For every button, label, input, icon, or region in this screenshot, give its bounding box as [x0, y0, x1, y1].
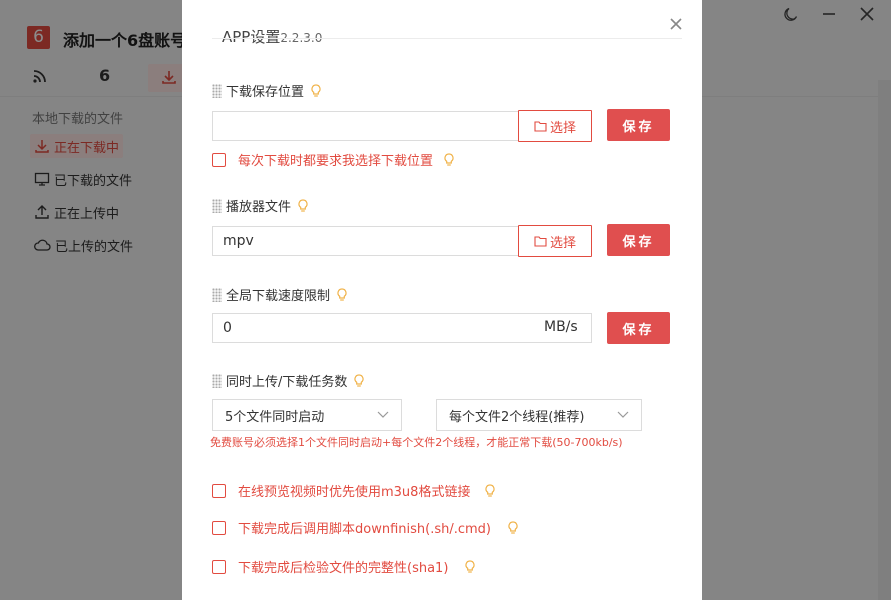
player-section: 播放器文件: [212, 196, 309, 215]
downfinish-checkbox[interactable]: [212, 520, 226, 535]
folder-icon: [534, 121, 547, 132]
download-location-save-button[interactable]: 保存: [607, 109, 670, 141]
player-file-input[interactable]: [212, 226, 519, 256]
section-label: 播放器文件: [226, 200, 292, 215]
sha1-verify-option-row[interactable]: 下载完成后检验文件的完整性(sha1): [212, 557, 476, 576]
folder-icon: [534, 236, 547, 247]
downfinish-script-option-row[interactable]: 下载完成后调用脚本downfinish(.sh/.cmd): [212, 518, 519, 537]
lightbulb-icon[interactable]: [310, 83, 322, 98]
checkbox-label: 下载完成后调用脚本downfinish(.sh/.cmd): [238, 522, 491, 537]
checkbox-label: 在线预览视频时优先使用m3u8格式链接: [238, 485, 471, 500]
close-dialog-icon[interactable]: [666, 14, 686, 34]
lightbulb-icon[interactable]: [336, 287, 348, 302]
lightbulb-icon[interactable]: [507, 520, 519, 535]
chevron-down-icon: [377, 411, 389, 418]
section-label: 全局下载速度限制: [226, 289, 331, 304]
dialog-title-text: APP设置: [222, 28, 281, 46]
download-location-choose-button[interactable]: 选择: [518, 110, 592, 142]
drag-grip-icon: [212, 198, 222, 213]
lightbulb-icon[interactable]: [297, 198, 309, 213]
title-divider: [212, 38, 682, 39]
free-account-note: 免费账号必须选择1个文件同时启动+每个文件2个线程，才能正常下载(50-700k…: [210, 436, 623, 449]
dialog-title: APP设置2.2.3.0: [222, 26, 322, 47]
section-label: 同时上传/下载任务数: [226, 375, 348, 390]
concurrent-files-select[interactable]: 5个文件同时启动: [212, 399, 402, 431]
m3u8-option-row[interactable]: 在线预览视频时优先使用m3u8格式链接: [212, 481, 496, 500]
speed-limit-save-button[interactable]: 保存: [607, 312, 670, 344]
player-save-button[interactable]: 保存: [607, 224, 670, 256]
speed-limit-input[interactable]: [212, 313, 592, 343]
speed-unit: MB/s: [544, 319, 578, 335]
drag-grip-icon: [212, 83, 222, 98]
drag-grip-icon: [212, 287, 222, 302]
download-location-input[interactable]: [212, 111, 519, 141]
section-label: 下载保存位置: [226, 85, 305, 100]
lightbulb-icon[interactable]: [353, 373, 365, 388]
player-choose-button[interactable]: 选择: [518, 225, 592, 257]
checkbox-label: 下载完成后检验文件的完整性(sha1): [238, 561, 449, 576]
tasks-section: 同时上传/下载任务数: [212, 371, 365, 390]
drag-grip-icon: [212, 373, 222, 388]
ask-location-checkbox-row[interactable]: 每次下载时都要求我选择下载位置: [212, 150, 455, 169]
threads-per-file-select[interactable]: 每个文件2个线程(推荐): [436, 399, 642, 431]
sha1-checkbox[interactable]: [212, 559, 226, 574]
settings-dialog: APP设置2.2.3.0 下载保存位置 选择 保存 每次下载时都要求我选择下载位…: [182, 0, 702, 600]
download-location-section: 下载保存位置: [212, 81, 322, 100]
lightbulb-icon[interactable]: [443, 152, 455, 167]
checkbox-label: 每次下载时都要求我选择下载位置: [238, 154, 434, 169]
speed-limit-section: 全局下载速度限制: [212, 285, 348, 304]
lightbulb-icon[interactable]: [464, 559, 476, 574]
lightbulb-icon[interactable]: [484, 483, 496, 498]
ask-location-checkbox[interactable]: [212, 152, 226, 167]
chevron-down-icon: [617, 411, 629, 418]
m3u8-checkbox[interactable]: [212, 483, 226, 498]
